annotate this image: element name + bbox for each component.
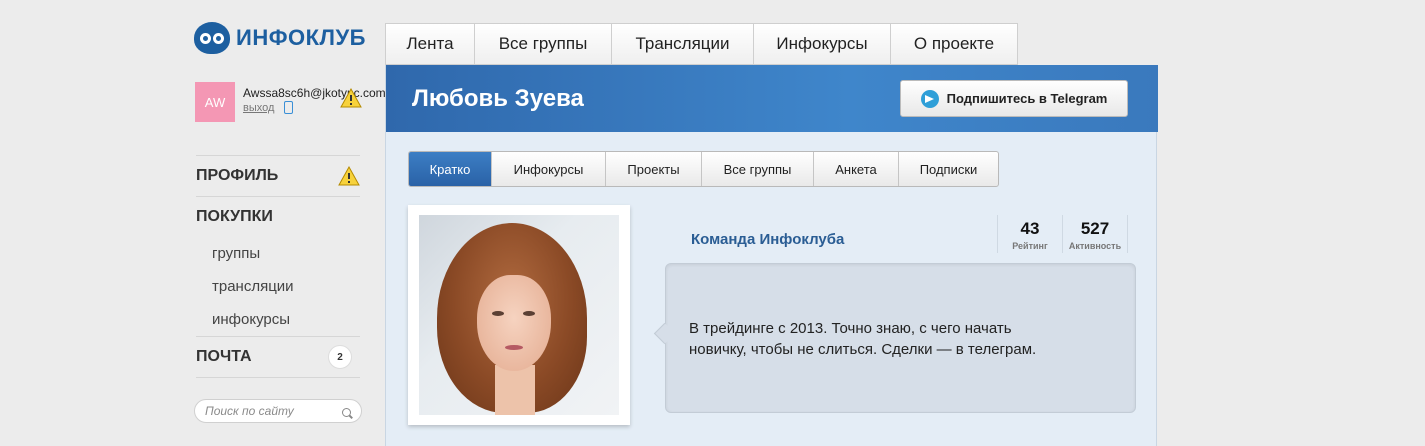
site-logo[interactable]: ИНФОКЛУБ bbox=[194, 22, 366, 54]
subtab-projects[interactable]: Проекты bbox=[606, 152, 702, 186]
warning-icon bbox=[338, 166, 360, 186]
logout-link[interactable]: выход bbox=[243, 102, 274, 114]
site-search bbox=[194, 399, 362, 423]
top-nav: Лента Все группы Трансляции Инфокурсы О … bbox=[385, 23, 1018, 65]
owl-logo-icon bbox=[194, 22, 230, 54]
bio-text: В трейдинге с 2013. Точно знаю, с чего н… bbox=[689, 320, 1037, 358]
subtab-all-groups[interactable]: Все группы bbox=[702, 152, 814, 186]
team-link[interactable]: Команда Инфоклуба bbox=[691, 231, 844, 248]
search-input[interactable] bbox=[205, 404, 335, 418]
rating-stat: 43 Рейтинг bbox=[997, 215, 1062, 253]
rating-label: Рейтинг bbox=[1012, 241, 1048, 251]
rating-value: 43 bbox=[1020, 219, 1040, 238]
tab-about[interactable]: О проекте bbox=[891, 23, 1018, 65]
mail-count-badge: 2 bbox=[328, 345, 352, 369]
avatar[interactable]: AW bbox=[195, 82, 235, 122]
profile-photo-frame bbox=[408, 205, 630, 425]
tab-broadcasts[interactable]: Трансляции bbox=[612, 23, 754, 65]
telegram-icon bbox=[920, 89, 939, 108]
tab-infocourses[interactable]: Инфокурсы bbox=[754, 23, 891, 65]
sidebar-menu: ПРОФИЛЬ ПОКУПКИ группы трансляции инфоку… bbox=[196, 155, 360, 378]
sidebar-divider bbox=[196, 377, 360, 378]
tab-all-groups[interactable]: Все группы bbox=[475, 23, 612, 65]
profile-subtabs: Кратко Инфокурсы Проекты Все группы Анке… bbox=[408, 151, 999, 187]
user-email: Awssa8sc6h@jkotypc.com bbox=[243, 86, 386, 100]
subtab-subscriptions[interactable]: Подписки bbox=[899, 152, 998, 186]
subtab-summary[interactable]: Кратко bbox=[409, 152, 492, 186]
sidebar-item-profile[interactable]: ПРОФИЛЬ bbox=[196, 155, 360, 196]
sidebar-subitem-groups[interactable]: группы bbox=[196, 237, 360, 270]
sidebar-subitem-infocourses[interactable]: инфокурсы bbox=[196, 303, 360, 336]
profile-photo[interactable] bbox=[419, 215, 619, 415]
activity-label: Активность bbox=[1068, 241, 1122, 251]
user-block: AW Awssa8sc6h@jkotypc.com выход bbox=[195, 82, 386, 122]
telegram-subscribe-button[interactable]: Подпишитесь в Telegram bbox=[900, 80, 1128, 117]
profile-name: Любовь Зуева bbox=[412, 85, 584, 112]
activity-stat: 527 Активность bbox=[1062, 215, 1128, 253]
sidebar-item-label: ПОЧТА bbox=[196, 348, 252, 365]
phone-icon[interactable] bbox=[284, 101, 293, 114]
subtab-questionnaire[interactable]: Анкета bbox=[814, 152, 899, 186]
search-icon[interactable] bbox=[342, 408, 351, 417]
telegram-button-label: Подпишитесь в Telegram bbox=[946, 91, 1108, 106]
tab-feed[interactable]: Лента bbox=[385, 23, 475, 65]
warning-icon bbox=[340, 88, 362, 108]
sidebar-item-purchases[interactable]: ПОКУПКИ bbox=[196, 196, 360, 237]
profile-stats: 43 Рейтинг 527 Активность bbox=[997, 215, 1128, 253]
subtab-infocourses[interactable]: Инфокурсы bbox=[492, 152, 606, 186]
sidebar-item-label: ПРОФИЛЬ bbox=[196, 167, 279, 184]
sidebar-item-mail[interactable]: ПОЧТА 2 bbox=[196, 336, 360, 377]
sidebar-subitem-broadcasts[interactable]: трансляции bbox=[196, 270, 360, 303]
profile-header: Любовь Зуева Подпишитесь в Telegram bbox=[386, 65, 1158, 132]
sidebar-item-label: ПОКУПКИ bbox=[196, 208, 273, 225]
profile-panel: Любовь Зуева Подпишитесь в Telegram Крат… bbox=[385, 65, 1158, 446]
logo-text: ИНФОКЛУБ bbox=[236, 25, 366, 50]
bio-bubble: В трейдинге с 2013. Точно знаю, с чего н… bbox=[665, 263, 1136, 413]
activity-value: 527 bbox=[1080, 219, 1110, 238]
